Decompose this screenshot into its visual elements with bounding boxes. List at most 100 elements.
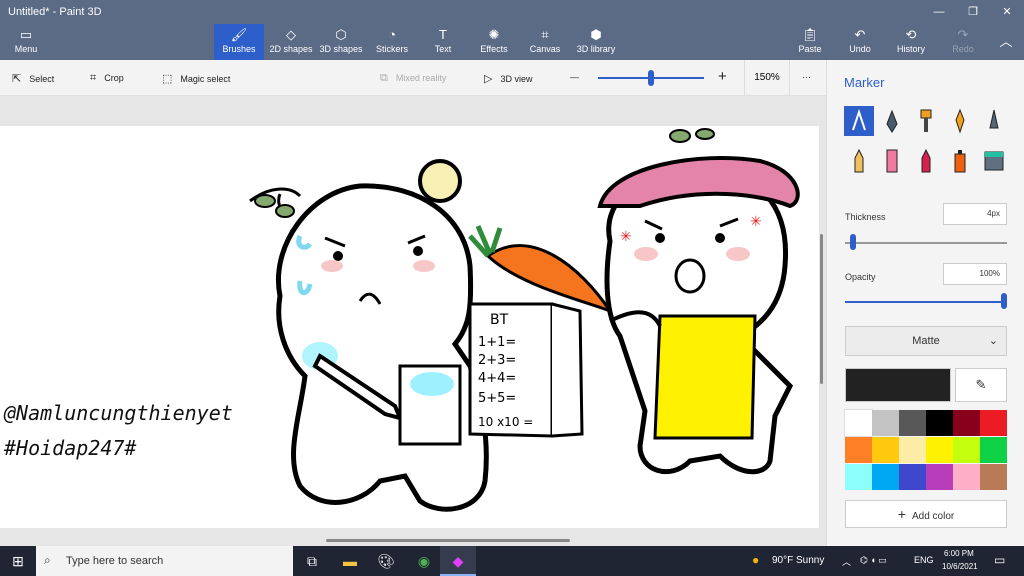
- select-tool[interactable]: ⇱ Select: [12, 72, 54, 85]
- zoom-out-button[interactable]: —: [570, 72, 579, 82]
- thickness-slider-thumb[interactable]: [849, 234, 856, 250]
- spray-can-brush[interactable]: [945, 146, 975, 176]
- plus-icon: +: [897, 506, 906, 522]
- color-swatch[interactable]: [899, 437, 926, 463]
- tab-brushes[interactable]: 🖌︎ Brushes: [214, 24, 264, 60]
- collapse-ribbon-button[interactable]: ︿: [996, 24, 1016, 60]
- chrome-button[interactable]: ◉: [406, 546, 442, 576]
- tab-2d-shapes[interactable]: ◇ 2D shapes: [268, 24, 314, 60]
- mixed-reality-button[interactable]: ⧉ Mixed reality: [380, 72, 446, 85]
- taskbar-search[interactable]: ⌕ Type here to search: [36, 546, 293, 576]
- color-swatch[interactable]: [926, 464, 953, 490]
- sun-icon: ✺: [488, 27, 500, 42]
- weather-text[interactable]: 90°F Sunny: [772, 555, 824, 566]
- add-color-button[interactable]: + Add color: [845, 500, 1007, 528]
- color-swatch[interactable]: [899, 464, 926, 490]
- redo-button[interactable]: ↷ Redo: [950, 24, 976, 60]
- tab-3d-shapes[interactable]: ⬡ 3D shapes: [318, 24, 364, 60]
- start-button[interactable]: ⊞: [0, 546, 36, 576]
- color-swatch[interactable]: [872, 437, 899, 463]
- opacity-slider[interactable]: [845, 301, 1007, 303]
- 3d-view-button[interactable]: ▷ 3D view: [484, 72, 532, 85]
- thickness-slider[interactable]: [845, 242, 1007, 244]
- crop-tool[interactable]: ⌗ Crop: [90, 72, 124, 85]
- vertical-scrollbar[interactable]: [820, 234, 823, 384]
- color-swatch[interactable]: [845, 437, 872, 463]
- drawing-canvas[interactable]: BT 1+1= 2+3= 4+4= 5+5= 10 x10 = ✳ ✳ @Nam…: [0, 126, 819, 528]
- finish-dropdown[interactable]: Matte ⌄: [845, 326, 1007, 356]
- color-swatch[interactable]: [926, 410, 953, 436]
- system-tray-icons[interactable]: ⌬ ◖ ▭: [860, 555, 887, 566]
- opacity-slider-thumb[interactable]: [1001, 293, 1007, 309]
- fill-brush[interactable]: [979, 146, 1009, 176]
- color-swatch[interactable]: [953, 464, 980, 490]
- color-swatch[interactable]: [844, 409, 873, 437]
- color-swatch[interactable]: [953, 410, 980, 436]
- paint-app-button[interactable]: 🎨︎: [368, 546, 404, 576]
- folder-icon: ▭: [19, 27, 33, 42]
- tab-stickers[interactable]: ◔ Stickers: [370, 24, 414, 60]
- minimize-button[interactable]: —: [922, 0, 956, 24]
- color-swatch[interactable]: [872, 464, 899, 490]
- color-swatch[interactable]: [899, 410, 926, 436]
- tab-label: 2D shapes: [269, 44, 313, 54]
- calligraphy-pen-brush[interactable]: [877, 106, 907, 136]
- color-swatch[interactable]: [980, 437, 1007, 463]
- history-button[interactable]: ⟲ History: [894, 24, 928, 60]
- opacity-input[interactable]: 100%: [943, 263, 1007, 285]
- zoom-in-button[interactable]: +: [718, 68, 727, 85]
- clock-date[interactable]: 10/6/2021: [942, 562, 978, 571]
- crop-label: Crop: [104, 73, 124, 83]
- current-color-swatch[interactable]: [845, 368, 951, 402]
- zoom-level[interactable]: 150%: [744, 60, 790, 96]
- maximize-button[interactable]: ❐: [956, 0, 990, 24]
- horizontal-scrollbar[interactable]: [326, 539, 570, 542]
- add-color-label: Add color: [911, 511, 955, 522]
- pencil-brush[interactable]: [844, 146, 874, 176]
- language-indicator[interactable]: ENG: [914, 555, 934, 565]
- menu-button[interactable]: ▭ Menu: [6, 24, 46, 60]
- color-swatch[interactable]: [845, 464, 872, 490]
- thickness-label: Thickness: [845, 212, 886, 222]
- eraser-brush[interactable]: [877, 146, 907, 176]
- tray-chevron-icon[interactable]: ︿: [842, 555, 851, 568]
- chrome-icon: ◉: [417, 553, 431, 569]
- tab-text[interactable]: T Text: [426, 24, 460, 60]
- history-label: History: [896, 44, 925, 54]
- notification-icon[interactable]: ▭: [994, 553, 1005, 567]
- color-swatch[interactable]: [926, 437, 953, 463]
- search-input[interactable]: Type here to search: [66, 555, 163, 567]
- color-swatch[interactable]: [872, 410, 899, 436]
- color-swatch[interactable]: [953, 437, 980, 463]
- magic-select-tool[interactable]: ⬚ Magic select: [162, 72, 230, 85]
- paste-button[interactable]: 📋︎ Paste: [794, 24, 826, 60]
- more-options-button[interactable]: ···: [802, 72, 811, 82]
- thickness-input[interactable]: 4px: [943, 203, 1007, 225]
- tab-effects[interactable]: ✺ Effects: [474, 24, 514, 60]
- clipboard-icon: 📋︎: [801, 27, 819, 42]
- marker-brush[interactable]: [844, 106, 874, 136]
- left-character-bun: [418, 159, 462, 203]
- tab-canvas[interactable]: ⌗ Canvas: [526, 24, 564, 60]
- svg-text:✳: ✳: [620, 228, 632, 244]
- color-swatch[interactable]: [980, 410, 1007, 436]
- brush-panel: Marker Thickness 4px Opacity 100% Matte …: [826, 60, 1024, 546]
- oil-brush[interactable]: [911, 106, 941, 136]
- tab-3d-library[interactable]: ⬢ 3D library: [574, 24, 618, 60]
- paste-label: Paste: [798, 44, 822, 54]
- pixel-pen-brush[interactable]: [979, 106, 1009, 136]
- task-view-button[interactable]: ⧉: [294, 546, 330, 576]
- crayon-brush[interactable]: [911, 146, 941, 176]
- tab-label: 3D shapes: [319, 44, 363, 54]
- eyedropper-button[interactable]: ✎: [955, 368, 1007, 402]
- color-swatch[interactable]: [980, 464, 1007, 490]
- undo-button[interactable]: ↶ Undo: [846, 24, 874, 60]
- close-button[interactable]: ✕: [990, 0, 1024, 24]
- paint-3d-button[interactable]: ◆: [440, 546, 476, 576]
- zoom-slider-thumb[interactable]: [648, 70, 654, 86]
- title-bar: Untitled* - Paint 3D — ❐ ✕: [0, 0, 1024, 24]
- file-explorer-button[interactable]: ▬: [332, 546, 368, 576]
- magic-select-label: Magic select: [180, 74, 231, 84]
- clock-time[interactable]: 6:00 PM: [944, 549, 974, 558]
- watercolor-brush[interactable]: [945, 106, 975, 136]
